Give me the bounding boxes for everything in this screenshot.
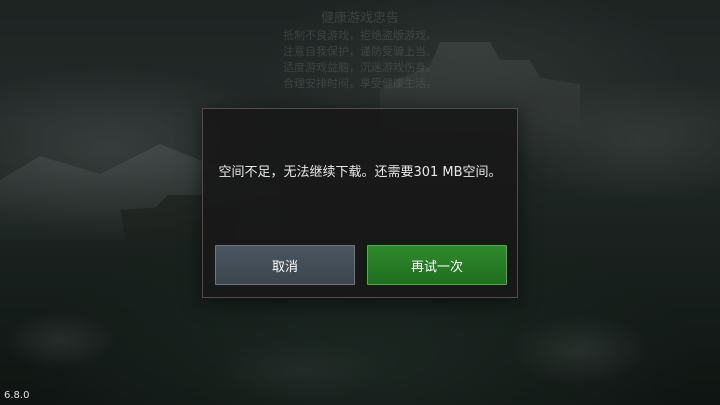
version-label: 6.8.0 (4, 390, 30, 401)
insufficient-space-dialog: 空间不足，无法继续下载。还需要301 MB空间。 取消 再试一次 (202, 108, 518, 298)
dialog-message: 空间不足，无法继续下载。还需要301 MB空间。 (218, 165, 502, 180)
cancel-button[interactable]: 取消 (215, 245, 355, 285)
retry-button[interactable]: 再试一次 (367, 245, 507, 285)
game-background-scene: 健康游戏忠告 抵制不良游戏，拒绝盗版游戏。 注意自我保护，谨防受骗上当。 适度游… (0, 0, 720, 405)
